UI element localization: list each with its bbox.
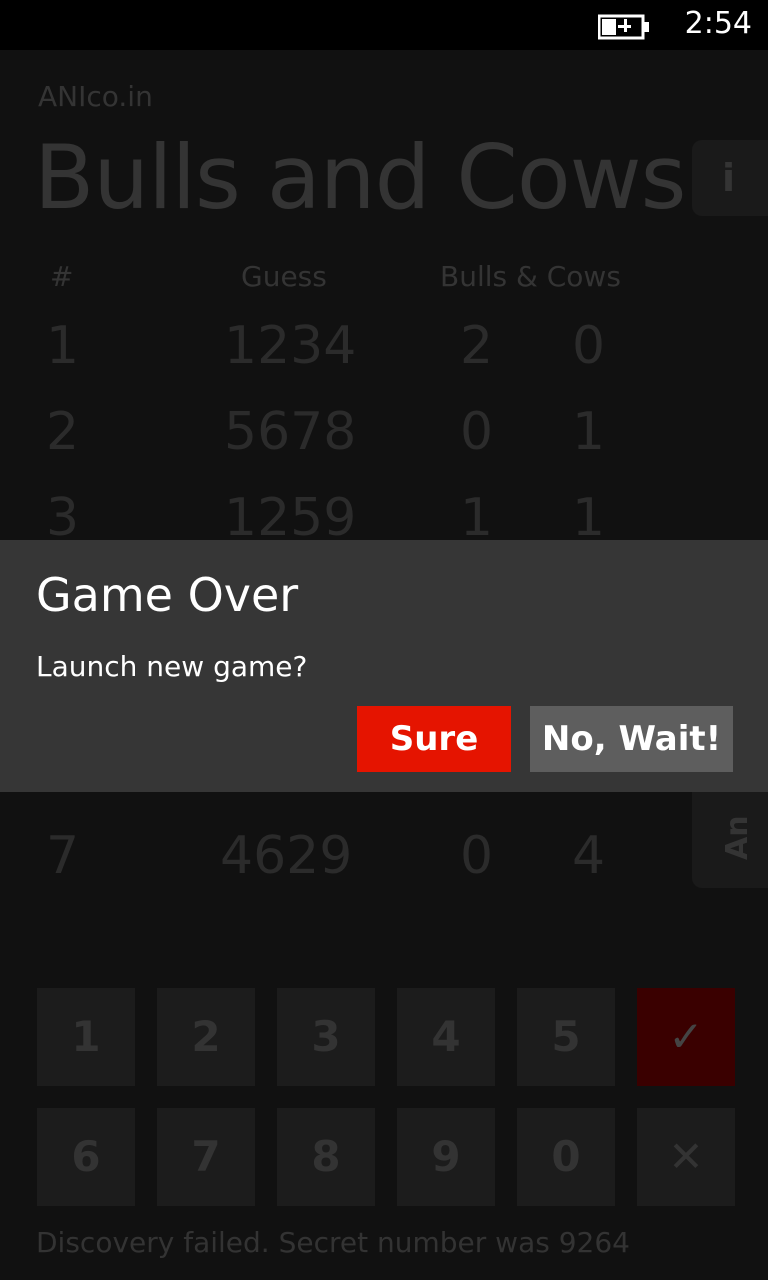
key-9[interactable]: 9 [397, 1108, 495, 1206]
row-number: 2 [46, 402, 80, 462]
row-bulls: 0 [460, 402, 494, 462]
page-title: Bulls and Cows [34, 126, 686, 229]
key-4[interactable]: 4 [397, 988, 495, 1086]
key-6[interactable]: 6 [37, 1108, 135, 1206]
column-header-guess: Guess [241, 260, 327, 293]
row-guess: 5678 [224, 402, 357, 462]
dialog-message: Launch new game? [36, 650, 308, 683]
row-cows: 1 [572, 402, 606, 462]
row-number: 7 [46, 826, 80, 886]
row-cows: 4 [572, 826, 606, 886]
battery-charging-icon [598, 14, 649, 40]
row-bulls: 1 [460, 488, 494, 548]
status-bar: 2:54 [0, 0, 768, 50]
key-2[interactable]: 2 [157, 988, 255, 1086]
no-wait-button[interactable]: No, Wait! [530, 706, 733, 772]
answer-side-tab[interactable]: An [692, 780, 768, 888]
key-0[interactable]: 0 [517, 1108, 615, 1206]
key-8[interactable]: 8 [277, 1108, 375, 1206]
publisher-label: ANIco.in [38, 80, 153, 113]
row-number: 1 [46, 316, 80, 376]
row-guess: 4629 [220, 826, 353, 886]
status-message: Discovery failed. Secret number was 9264 [36, 1226, 630, 1259]
row-bulls: 2 [460, 316, 494, 376]
row-bulls: 0 [460, 826, 494, 886]
submit-check-icon[interactable]: ✓ [637, 988, 735, 1086]
game-over-dialog: Game Over Launch new game? Sure No, Wait… [0, 540, 768, 792]
row-number: 3 [46, 488, 80, 548]
clear-x-icon[interactable]: ✕ [637, 1108, 735, 1206]
row-guess: 1259 [224, 488, 357, 548]
column-header-bulls-cows: Bulls & Cows [440, 260, 621, 293]
row-cows: 1 [572, 488, 606, 548]
key-7[interactable]: 7 [157, 1108, 255, 1206]
key-5[interactable]: 5 [517, 988, 615, 1086]
column-header-number: # [50, 260, 74, 293]
clock: 2:54 [684, 6, 752, 41]
row-cows: 0 [572, 316, 606, 376]
sure-button[interactable]: Sure [357, 706, 511, 772]
dialog-title: Game Over [36, 568, 299, 622]
row-guess: 1234 [224, 316, 357, 376]
key-3[interactable]: 3 [277, 988, 375, 1086]
info-button[interactable]: i [692, 140, 768, 216]
key-1[interactable]: 1 [37, 988, 135, 1086]
side-tab-label: An [720, 815, 755, 860]
